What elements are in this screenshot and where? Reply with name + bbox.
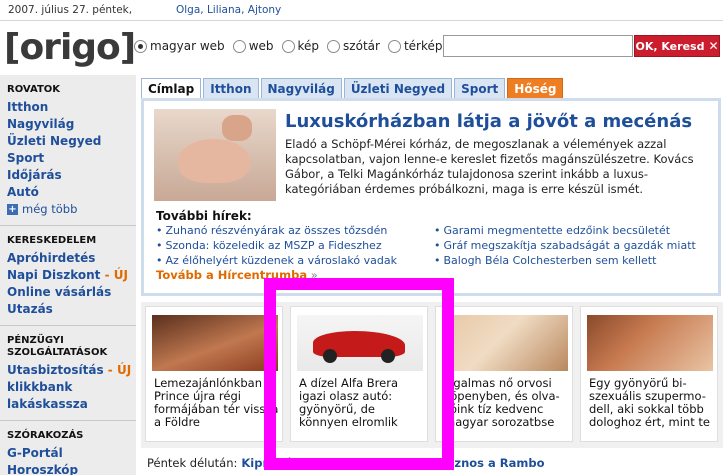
sidebar-heading: KERESKEDELEM	[7, 235, 97, 246]
sidebar-item-lakaskassza[interactable]: lakáskassza	[7, 396, 136, 413]
radio-terkep[interactable]: térkép	[387, 39, 442, 53]
sidebar-item-utazas[interactable]: Utazás	[7, 301, 136, 318]
nameday-links[interactable]: Olga, Liliana, Ajtony	[176, 4, 281, 16]
radio-dot[interactable]	[387, 39, 401, 53]
sidebar-heading: ROVATOK	[7, 84, 61, 95]
promo-photo[interactable]	[442, 315, 568, 371]
lead-news-body: Eladó a Schöpf-Mérei kórház, de megoszla…	[285, 137, 694, 196]
news-link[interactable]: • Az élőhelyért küzdenek a városlakó vada…	[156, 254, 434, 268]
sidebar-item-g-portal[interactable]: G-Portál	[7, 445, 136, 462]
sidebar-more-link[interactable]: + még több	[7, 201, 136, 218]
double-arrow-icon: »	[307, 268, 318, 282]
sidebar-rovatok: ROVATOK Itthon Nagyvilág Üzleti Negyed S…	[0, 75, 136, 222]
car-wheel	[381, 349, 395, 363]
sidebar-item-horoszkop[interactable]: Horoszkóp	[7, 462, 136, 475]
tab-uzleti-negyed[interactable]: Üzleti Negyed	[343, 78, 453, 98]
tab-hoseg[interactable]: Hőség	[507, 78, 564, 98]
radio-web[interactable]: web	[232, 39, 274, 53]
bullet-icon: •	[434, 224, 441, 237]
promo-caption[interactable]: A dízel Alfa Brera igazi olasz autó: gyö…	[299, 377, 425, 429]
new-badge: - ÚJ	[100, 268, 128, 282]
news-link[interactable]: • Zuhanó részvényárak az összes tőzsdén	[156, 224, 434, 238]
radio-dot[interactable]	[281, 39, 295, 53]
header: [origo] magyar web web kép szótár térkép…	[0, 22, 723, 74]
lead-news-photo[interactable]	[154, 109, 276, 201]
news-link[interactable]: • Gráf megszakítja szabadságát a gazdák m…	[434, 239, 716, 253]
promo-card-szupermodell[interactable]: Egy gyönyörű bi-szexuális szupermo-dell,…	[580, 306, 718, 442]
tab-nagyvilag[interactable]: Nagyvilág	[260, 78, 342, 98]
sidebar-item-idojaras[interactable]: Időjárás	[7, 167, 136, 184]
radio-dot[interactable]	[134, 39, 147, 53]
sidebar-kereskedelem: KERESKEDELEM Apróhirdetés Napi Diszkont …	[0, 226, 136, 322]
section-tabs: Címlap Itthon Nagyvilág Üzleti Negyed Sp…	[141, 78, 564, 98]
sidebar-item-klikkbank[interactable]: klikkbank	[7, 379, 136, 396]
bullet-icon: •	[156, 224, 163, 237]
tab-sport[interactable]: Sport	[454, 78, 506, 98]
sidebar-item-nagyvilag[interactable]: Nagyvilág	[7, 116, 136, 133]
news-link[interactable]: • Garami megmentette edzőink becsületét	[434, 224, 716, 238]
promo-caption[interactable]: Izgalmas nő orvosi köpenyben, és olva-só…	[444, 377, 570, 429]
radio-magyar-web[interactable]: magyar web	[134, 39, 225, 53]
new-badge: - ÚJ	[103, 363, 132, 377]
tab-cimlap[interactable]: Címlap	[141, 78, 202, 98]
sidebar-item-aprohirdetes[interactable]: Apróhirdetés	[7, 250, 136, 267]
tab-itthon[interactable]: Itthon	[203, 78, 259, 98]
sidebar-item-uzleti-negyed[interactable]: Üzleti Negyed	[7, 133, 136, 150]
promo-photo[interactable]	[587, 315, 713, 371]
teaser-link[interactable]: Kipróbáltuk, hogy mikor lesz hasznos a R…	[241, 456, 544, 470]
radio-kep[interactable]: kép	[281, 39, 319, 53]
sidebar-heading: PÉNZÜGYI SZOLGÁLTATÁSOK	[7, 335, 108, 358]
sidebar-item-auto[interactable]: Autó	[7, 184, 136, 201]
plus-icon: +	[7, 204, 18, 215]
search-input[interactable]	[443, 35, 633, 57]
more-news-heading: További hírek:	[156, 209, 252, 223]
car-wheel	[323, 349, 337, 363]
promo-photo[interactable]	[297, 315, 423, 371]
promo-photo[interactable]	[152, 315, 278, 371]
bullet-icon: •	[434, 239, 441, 252]
bullet-icon: •	[434, 254, 441, 267]
hircentrum-link[interactable]: Tovább a Hírcentrumba »	[156, 268, 318, 282]
top-bar: 2007. július 27. péntek, Olga, Liliana, …	[0, 0, 723, 21]
teaser-prefix: Péntek délután:	[147, 456, 238, 470]
photo-baby	[178, 139, 250, 183]
sidebar-heading: SZÓRAKOZÁS	[7, 430, 84, 441]
promo-row: Lemezajánlónkban Prince újra régi formáj…	[141, 302, 723, 448]
sidebar-item-online-vasarlas[interactable]: Online vásárlás	[7, 284, 136, 301]
bottom-teaser: Péntek délután: Kipróbáltuk, hogy mikor …	[141, 452, 723, 474]
promo-caption[interactable]: Egy gyönyörű bi-szexuális szupermo-dell,…	[589, 377, 715, 429]
radio-szotar[interactable]: szótár	[327, 39, 380, 53]
news-link[interactable]: • Balogh Béla Colchesterben sem kellett	[434, 254, 716, 268]
lead-news-box: Luxuskórházban látja a jövőt a mecénás E…	[141, 98, 721, 296]
sidebar: ROVATOK Itthon Nagyvilág Üzleti Negyed S…	[0, 75, 136, 475]
sidebar-item-utasbiztositas[interactable]: Utasbiztosítás - ÚJ	[7, 362, 136, 379]
lead-news-title[interactable]: Luxuskórházban látja a jövőt a mecénás	[285, 111, 692, 132]
sidebar-penzugyi: PÉNZÜGYI SZOLGÁLTATÁSOK Utasbiztosítás - …	[0, 326, 136, 417]
origo-logo[interactable]: [origo]	[4, 28, 136, 68]
radio-dot[interactable]	[232, 39, 246, 53]
sidebar-item-napi-diszkont[interactable]: Napi Diszkont - ÚJ	[7, 267, 136, 284]
more-news-list: • Zuhanó részvényárak az összes tőzsdén •…	[156, 224, 716, 268]
bullet-icon: •	[156, 254, 163, 267]
search-scope-radios: magyar web web kép szótár térkép	[134, 39, 442, 53]
search-button[interactable]: OK, Keresd ✕	[634, 35, 720, 57]
bullet-icon: •	[156, 239, 163, 252]
promo-card-alfa-brera[interactable]: A dízel Alfa Brera igazi olasz autó: gyö…	[290, 306, 428, 442]
sidebar-item-sport[interactable]: Sport	[7, 150, 136, 167]
sidebar-szorakozas: SZÓRAKOZÁS G-Portál Horoszkóp	[0, 421, 136, 475]
promo-card-orvosi[interactable]: Izgalmas nő orvosi köpenyben, és olva-só…	[435, 306, 573, 442]
x-icon: ✕	[708, 39, 719, 53]
promo-card-prince[interactable]: Lemezajánlónkban Prince újra régi formáj…	[145, 306, 283, 442]
radio-dot[interactable]	[327, 39, 341, 53]
news-link[interactable]: • Szonda: közeledik az MSZP a Fideszhez	[156, 239, 434, 253]
date-text: 2007. július 27. péntek,	[8, 4, 133, 16]
sidebar-item-itthon[interactable]: Itthon	[7, 99, 136, 116]
photo-hand	[222, 115, 252, 141]
promo-caption[interactable]: Lemezajánlónkban Prince újra régi formáj…	[154, 377, 280, 429]
